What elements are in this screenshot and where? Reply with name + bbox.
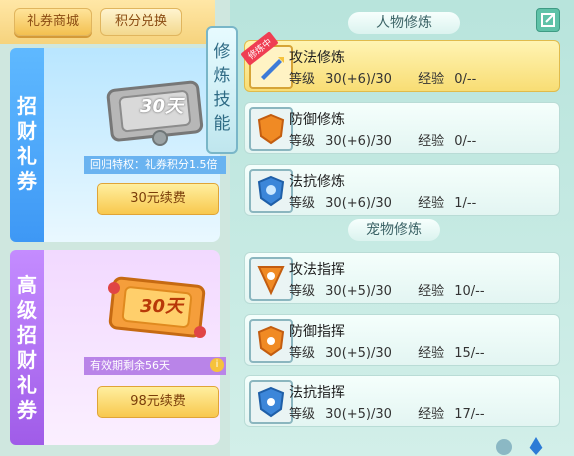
section-title-character: 人物修炼	[348, 12, 460, 34]
section-title-pet: 宠物修炼	[348, 219, 440, 241]
skill-name: 攻法修炼	[289, 50, 345, 66]
edit-icon[interactable]	[536, 8, 560, 32]
card-title-fortune: 招 财 礼 券	[10, 48, 44, 242]
skill-meta: 等级 30(+5)/30 经验 15/--	[289, 346, 485, 361]
skill-row-defense-cultivation[interactable]: 防御修炼 等级 30(+6)/30 经验 0/--	[244, 102, 560, 154]
ticket-label-gold: 30天	[140, 296, 184, 317]
magic-shield-icon	[249, 169, 293, 213]
skill-row-magic-resist-command[interactable]: 法抗指挥 等级 30(+5)/30 经验 17/--	[244, 375, 560, 427]
skill-meta: 等级 30(+5)/30 经验 10/--	[289, 284, 485, 299]
skill-meta: 等级 30(+6)/30 经验 0/--	[289, 72, 477, 87]
paw-magic-shield-icon	[249, 380, 293, 424]
paw-attack-icon	[249, 257, 293, 301]
card-title-premium: 高 级 招 财 礼 券	[10, 250, 44, 445]
tab-coupon-mall[interactable]: 礼券商城	[14, 8, 92, 36]
skill-name: 防御指挥	[289, 324, 345, 340]
skill-row-magic-resist-cultivation[interactable]: 法抗修炼 等级 30(+6)/30 经验 1/--	[244, 164, 560, 216]
shield-icon	[249, 107, 293, 151]
skill-meta: 等级 30(+6)/30 经验 0/--	[289, 134, 477, 149]
skill-name: 法抗指挥	[289, 385, 345, 401]
card-strip-text: 回归特权：礼券积分1.5倍	[84, 156, 226, 174]
ticket-label: 30天	[140, 96, 184, 117]
renew-98-button[interactable]: 98元续费	[97, 386, 219, 418]
skill-name: 法抗修炼	[289, 174, 345, 190]
skill-row-attack-cultivation[interactable]: 修炼中 攻法修炼 等级 30(+6)/30 经验 0/--	[240, 31, 560, 92]
renew-30-button[interactable]: 30元续费	[97, 183, 219, 215]
skill-meta: 等级 30(+5)/30 经验 17/--	[289, 407, 485, 422]
skill-row-defense-command[interactable]: 防御指挥 等级 30(+5)/30 经验 15/--	[244, 314, 560, 366]
card-strip-expiry: 有效期剩余56天	[84, 357, 226, 375]
skill-row-attack-command[interactable]: 攻法指挥 等级 30(+5)/30 经验 10/--	[244, 252, 560, 304]
potion-icon[interactable]	[496, 439, 512, 455]
skill-name: 防御修炼	[289, 112, 345, 128]
tab-points-exchange[interactable]: 积分兑换	[100, 8, 182, 36]
skill-meta: 等级 30(+6)/30 经验 1/--	[289, 196, 477, 211]
skill-name: 攻法指挥	[289, 262, 345, 278]
tab-cultivation-skills[interactable]: 修 炼 技 能	[206, 26, 238, 154]
paw-shield-icon	[249, 319, 293, 363]
info-icon[interactable]: i	[210, 358, 224, 372]
